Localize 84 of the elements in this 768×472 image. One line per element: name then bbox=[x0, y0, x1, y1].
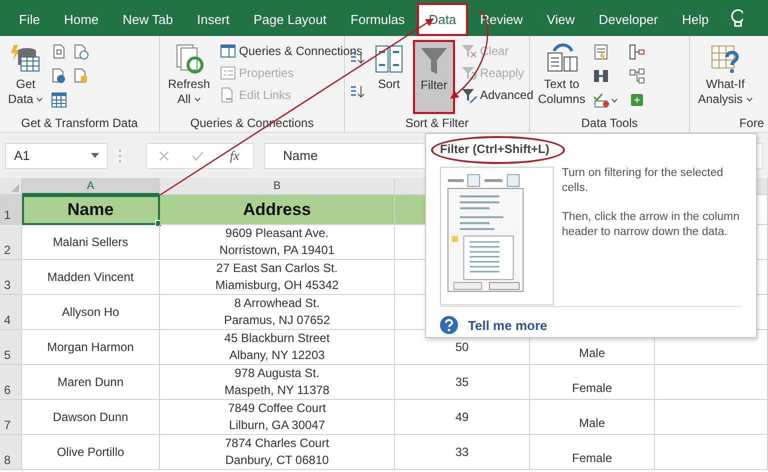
list-icon bbox=[220, 65, 236, 81]
table-cell: 45 Blackburn Street Albany, NY 12203 bbox=[160, 330, 395, 365]
header-cell: Address bbox=[160, 195, 395, 225]
tooltip-text: Then, click the arrow in the column header to narrow down the data. bbox=[562, 210, 741, 240]
row-header[interactable]: 6 bbox=[0, 365, 22, 400]
ribbon-command[interactable]: Queries & Connections bbox=[218, 42, 364, 60]
menu-tab[interactable]: New Tab bbox=[110, 3, 185, 36]
tooltip-text: Turn on filtering for the selected cells. bbox=[562, 166, 724, 196]
row-header[interactable]: 7 bbox=[0, 400, 22, 435]
group-title: Fore bbox=[739, 116, 764, 130]
menu-tab[interactable]: View bbox=[534, 3, 587, 36]
table-icon[interactable] bbox=[51, 92, 68, 108]
name-box[interactable]: A1 bbox=[5, 142, 108, 168]
menu-tab[interactable]: Page Layout bbox=[242, 3, 339, 36]
triangle-icon bbox=[11, 184, 19, 192]
menu-tab[interactable]: Insert bbox=[184, 3, 242, 36]
ribbon-button[interactable]: Refresh All bbox=[164, 40, 214, 114]
table-cell: Maren Dunn bbox=[22, 365, 160, 400]
window-icon bbox=[220, 43, 236, 59]
funnel-clear-icon bbox=[461, 43, 477, 59]
document-globe-icon[interactable] bbox=[51, 68, 68, 84]
relationship-icon[interactable] bbox=[629, 44, 646, 60]
menu-tab[interactable]: Help bbox=[670, 3, 721, 36]
table-cell: Female bbox=[530, 365, 655, 400]
menu-tab[interactable]: File bbox=[7, 3, 52, 36]
help-icon[interactable] bbox=[440, 316, 458, 334]
column-header[interactable]: B bbox=[160, 178, 395, 195]
row-header[interactable]: 2 bbox=[0, 225, 22, 260]
grid-question-icon bbox=[709, 43, 742, 75]
group-title: Sort & Filter bbox=[405, 116, 469, 130]
group-title: Get & Transform Data bbox=[21, 116, 138, 130]
ribbon-button[interactable]: Sort bbox=[369, 40, 409, 114]
document-icon[interactable] bbox=[51, 44, 68, 60]
tell-me-more-link[interactable]: Tell me more bbox=[468, 318, 548, 332]
table-cell: 8 Arrowhead St. Paramus, NJ 07652 bbox=[160, 295, 395, 330]
header-cell: Name bbox=[22, 195, 160, 225]
column-header[interactable]: A bbox=[22, 178, 160, 195]
table-cell: Dawson Dunn bbox=[22, 400, 160, 435]
table-cell: 7874 Charles Court Danbury, CT 06810 bbox=[160, 435, 395, 470]
insert-function-button[interactable]: fx bbox=[228, 148, 242, 164]
table-cell: Olive Portillo bbox=[22, 435, 160, 470]
table-cell: Madden Vincent bbox=[22, 260, 160, 295]
table-cell: 27 East San Carlos St. Miamisburg, OH 45342 bbox=[160, 260, 395, 295]
ribbon-button[interactable]: Filter bbox=[413, 40, 455, 114]
lightning-document-icon[interactable] bbox=[593, 44, 610, 60]
grip-icon bbox=[118, 148, 122, 162]
columns-icon[interactable] bbox=[593, 68, 610, 84]
sort-descending-icon[interactable] bbox=[349, 84, 365, 100]
hierarchy-icon[interactable] bbox=[629, 68, 646, 84]
row-header[interactable]: 3 bbox=[0, 260, 22, 295]
row-header[interactable]: 1 bbox=[0, 195, 22, 225]
ribbon-button[interactable]: Get Data bbox=[4, 40, 48, 114]
row-header[interactable]: 5 bbox=[0, 330, 22, 365]
table-cell: Morgan Harmon bbox=[22, 330, 160, 365]
cube-icon[interactable] bbox=[629, 92, 646, 108]
ribbon-command[interactable]: Advanced bbox=[459, 86, 536, 104]
table-cell: 35 bbox=[395, 365, 530, 400]
table-cell: 7849 Coffee Court Lilburn, GA 30047 bbox=[160, 400, 395, 435]
menu-tab[interactable]: Formulas bbox=[338, 3, 417, 36]
ribbon-button[interactable]: What-If Analysis bbox=[694, 40, 757, 114]
funnel-pencil-icon bbox=[461, 87, 477, 103]
funnel-refresh-icon bbox=[461, 65, 477, 81]
caret-icon[interactable] bbox=[91, 153, 99, 158]
table-cell: Male bbox=[530, 400, 655, 435]
menu-tab[interactable]: Home bbox=[52, 3, 111, 36]
check-icon[interactable] bbox=[192, 150, 204, 160]
document-lock-icon[interactable] bbox=[73, 68, 90, 84]
table-cell: Malani Sellers bbox=[22, 225, 160, 260]
table-cell: 978 Augusta St. Maspeth, NY 11378 bbox=[160, 365, 395, 400]
table-cell: 33 bbox=[395, 435, 530, 470]
menu-tab[interactable]: Developer bbox=[586, 3, 670, 36]
table-cell: 49 bbox=[395, 400, 530, 435]
row-header[interactable]: 4 bbox=[0, 295, 22, 330]
checklist-icon[interactable] bbox=[593, 92, 620, 108]
tooltip-title: Filter (Ctrl+Shift+L) bbox=[440, 141, 550, 156]
ribbon-button[interactable]: Text to Columns bbox=[534, 40, 590, 114]
group-title: Data Tools bbox=[581, 116, 638, 130]
table-cell: 9609 Pleasant Ave. Norristown, PA 19401 bbox=[160, 225, 395, 260]
document-clock-icon[interactable] bbox=[73, 44, 90, 60]
row-header[interactable]: 8 bbox=[0, 435, 22, 470]
table-cell: Female bbox=[530, 435, 655, 470]
sort-icon bbox=[373, 43, 405, 75]
lightbulb-icon[interactable] bbox=[728, 9, 743, 27]
table-cell: Allyson Ho bbox=[22, 295, 160, 330]
